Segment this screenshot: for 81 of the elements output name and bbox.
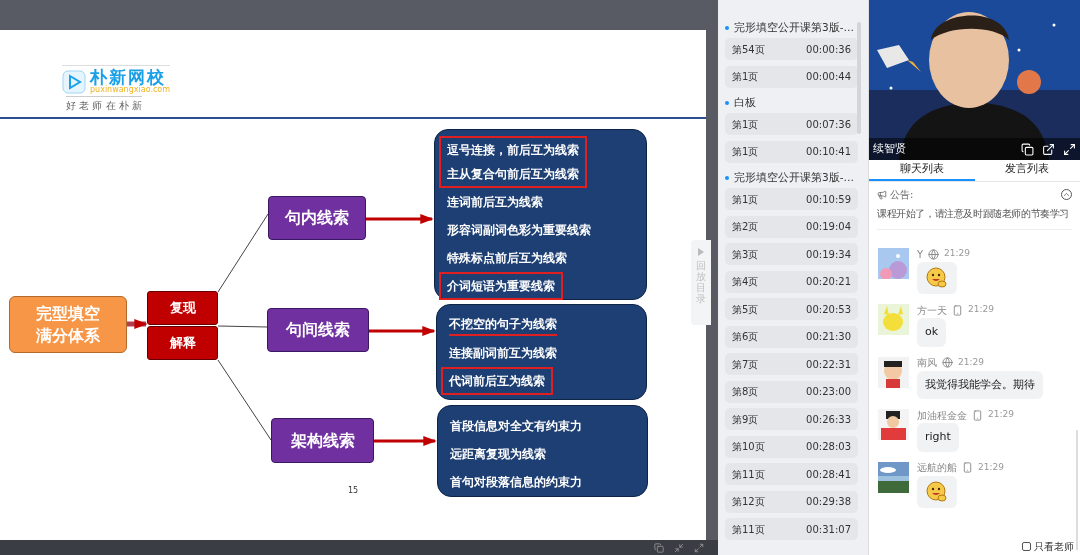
message-bubble: 我觉得我能学会。期待	[917, 370, 1043, 399]
message-time: 21:29	[968, 303, 994, 317]
playlist-item[interactable]: 第12页 00:29:38	[725, 490, 858, 513]
message-time: 21:29	[944, 247, 971, 261]
megaphone-icon	[877, 189, 887, 200]
logo-slogan: 好 老 师 在 朴 新	[66, 96, 142, 113]
message-time: 21:29	[958, 355, 984, 369]
playlist-item[interactable]: 第10页 00:28:03	[725, 435, 858, 458]
method-node: 解释	[147, 326, 218, 360]
clue-text: 介词短语为重要线索	[447, 278, 555, 295]
sender-name: 南风	[917, 356, 937, 370]
page-number: 15	[348, 485, 359, 497]
sender-name: Y	[917, 247, 924, 262]
playlist-item[interactable]: 第3页 00:19:34	[725, 243, 858, 265]
category-node: 句间线索	[267, 308, 369, 352]
arrow	[366, 214, 434, 224]
window-icon[interactable]	[654, 542, 664, 553]
message-time: 21:29	[978, 460, 1004, 474]
section-title: 完形填空公开课第3版-…	[734, 170, 854, 186]
popout-icon[interactable]	[1042, 142, 1055, 156]
section-title: 完形填空公开课第3版-…	[734, 20, 854, 36]
tab[interactable]: 发言列表	[974, 160, 1080, 181]
playlist-item[interactable]: 第1页 00:10:59	[725, 188, 858, 210]
connector-line	[217, 325, 268, 328]
bullet-icon	[725, 26, 729, 30]
play-logo-icon	[62, 69, 86, 94]
section-title: 白板	[734, 95, 756, 111]
emoji-icon	[926, 480, 948, 503]
announcement-label: 公告:	[890, 188, 914, 202]
playlist-item[interactable]: 第2页 00:19:04	[725, 215, 858, 238]
clue-text: 代词前后互为线索	[449, 373, 545, 390]
clue-text: 连接副词前互为线索	[449, 345, 557, 362]
clue-text: 不挖空的句子为线索	[449, 314, 557, 336]
playlist-item[interactable]: 第1页 00:07:36	[725, 113, 858, 135]
clue-text: 逗号连接，前后互为线索	[447, 142, 579, 159]
clue-text: 特殊标点前后互为线索	[447, 250, 567, 267]
scrollbar[interactable]	[1076, 430, 1078, 550]
message-bubble: ok	[917, 318, 947, 347]
clue-text: 远距离复现为线索	[450, 446, 546, 463]
fullscreen-icon[interactable]	[1063, 142, 1076, 156]
root-label: 完型填空	[36, 302, 100, 325]
playlist-item[interactable]: 第9页 00:26:33	[725, 408, 858, 430]
arrow	[369, 326, 436, 336]
teacher-name: 续智贤	[873, 140, 906, 157]
playlist-item[interactable]: 第1页 00:00:44	[725, 65, 858, 88]
playlist-item[interactable]: 第5页 00:20:53	[725, 298, 858, 320]
clue-text: 主从复合句前后互为线索	[447, 166, 579, 183]
emoji-icon	[926, 267, 948, 289]
playlist-item[interactable]: 第7页 00:22:31	[725, 353, 858, 375]
message-time: 21:29	[988, 408, 1014, 422]
playlist-item[interactable]: 第54页 00:00:36	[725, 38, 858, 60]
message-bubble: right	[917, 423, 959, 452]
category-node: 架构线索	[271, 418, 374, 463]
bullet-icon	[725, 101, 729, 105]
play-icon	[698, 248, 704, 256]
root-label: 满分体系	[36, 324, 100, 347]
clue-text: 首句对段落信息的约束力	[450, 474, 582, 491]
category-node: 句内线索	[268, 196, 366, 240]
teacher-only-checkbox[interactable]: 只看老师	[1022, 539, 1074, 554]
method-node: 复现	[147, 291, 218, 325]
clue-text: 首段信息对全文有约束力	[450, 418, 582, 435]
playlist-item[interactable]: 第6页 00:21:30	[725, 325, 858, 348]
playlist-item[interactable]: 第8页 00:23:00	[725, 380, 858, 403]
clue-text: 连词前后互为线索	[447, 194, 543, 211]
shrink-icon[interactable]	[674, 542, 684, 553]
sender-name: 远航的船	[917, 461, 957, 475]
arrow	[127, 319, 148, 329]
playlist-item[interactable]: 第4页 00:20:21	[725, 270, 858, 293]
sender-name: 方一天	[917, 303, 947, 318]
arrow	[374, 436, 437, 446]
tab[interactable]: 聊天列表	[869, 160, 975, 181]
announcement-text: 课程开始了，请注意及时跟随老师的节奏学习	[877, 207, 1070, 221]
playlist-item[interactable]: 第1页 00:10:41	[725, 140, 858, 163]
logo-brand: 朴新网校	[90, 69, 166, 86]
clue-text: 形容词副词色彩为重要线索	[447, 222, 591, 239]
logo-domain: puxinwangxiao.com	[90, 86, 170, 94]
bullet-icon	[725, 176, 729, 180]
switch-icon[interactable]	[1021, 142, 1034, 156]
playlist-item[interactable]: 第11页 00:28:41	[725, 463, 858, 485]
sender-name: 加油程金金	[917, 408, 967, 423]
playlist-item[interactable]: 第11页 00:31:07	[725, 518, 858, 540]
